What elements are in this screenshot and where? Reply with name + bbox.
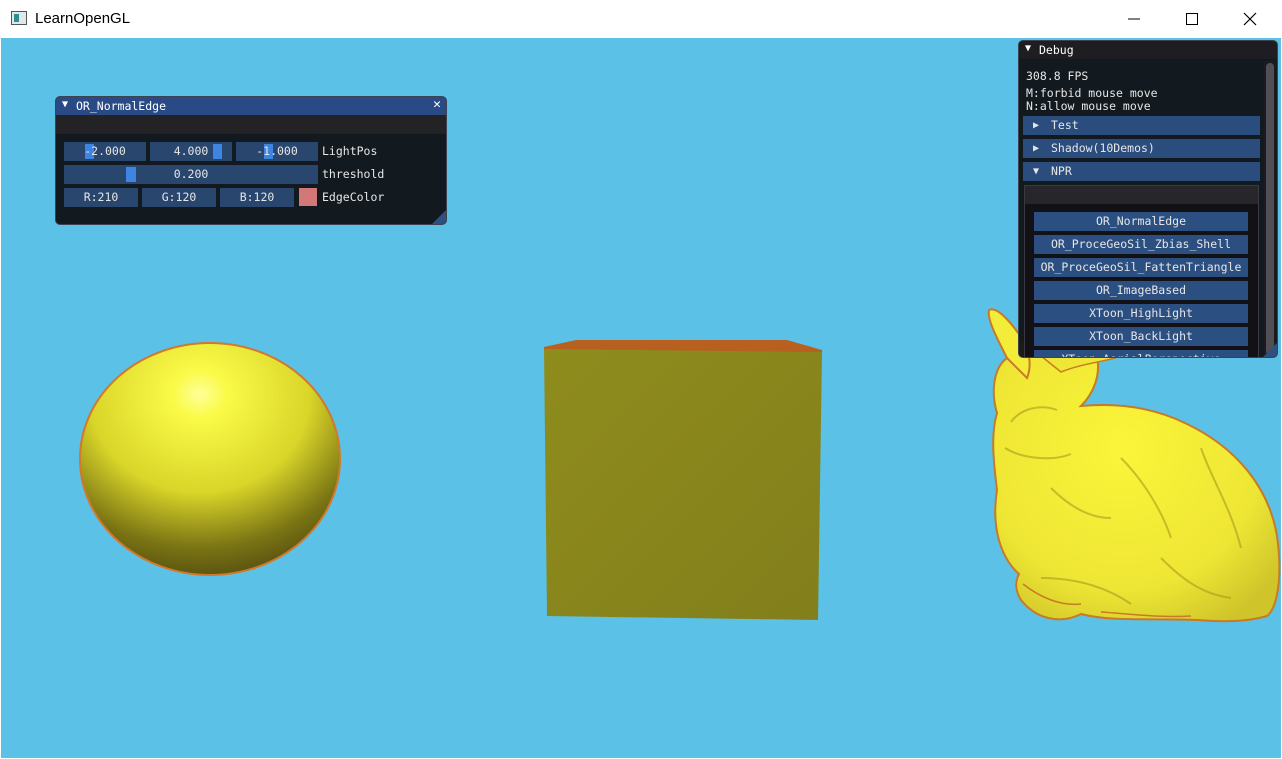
close-button[interactable]	[1221, 0, 1279, 38]
resize-grip[interactable]	[432, 210, 446, 224]
npr-button-xtoon-backlight[interactable]: XToon_BackLight	[1034, 327, 1248, 346]
collapse-arrow-icon[interactable]: ▼	[62, 99, 68, 110]
render-viewport[interactable]: ▼ OR_NormalEdge ✕ -2.000 4.000 -1.000 Li…	[1, 38, 1281, 758]
npr-button-xtoon-aerialperspective[interactable]: XToon_AerialPerspective	[1034, 350, 1248, 357]
panel-title: OR_NormalEdge	[76, 99, 167, 113]
threshold-label: threshold	[322, 167, 385, 181]
section-header-test[interactable]: ▶ Test	[1023, 116, 1260, 135]
section-label: NPR	[1051, 164, 1072, 178]
npr-button-or-procegeosil-zbias-shell[interactable]: OR_ProceGeoSil_Zbias_Shell	[1034, 235, 1248, 254]
lightpos-label: LightPos	[322, 144, 378, 158]
minimize-button[interactable]	[1105, 0, 1163, 38]
npr-button-or-imagebased[interactable]: OR_ImageBased	[1034, 281, 1248, 300]
lightpos-x-drag[interactable]: -2.000	[64, 142, 146, 161]
edgecolor-r-value: R:210	[83, 190, 119, 204]
cube-object	[544, 349, 822, 620]
edgecolor-b-field[interactable]: B:120	[220, 188, 294, 207]
fps-text: 308.8 FPS	[1026, 69, 1089, 83]
lightpos-z-drag[interactable]: -1.000	[236, 142, 318, 161]
threshold-value: 0.200	[173, 167, 209, 181]
threshold-slider[interactable]: 0.200	[64, 165, 318, 184]
lightpos-x-value: -2.000	[84, 144, 126, 158]
help-text-m: M:forbid mouse move	[1026, 86, 1158, 100]
window-title: LearnOpenGL	[35, 10, 131, 27]
normal-edge-panel-header[interactable]: ▼ OR_NormalEdge ✕	[56, 97, 446, 115]
edgecolor-b-value: B:120	[239, 190, 275, 204]
panel-menubar	[56, 115, 446, 134]
normal-edge-panel[interactable]: ▼ OR_NormalEdge ✕ -2.000 4.000 -1.000 Li…	[55, 96, 447, 225]
window-titlebar[interactable]: LearnOpenGL	[0, 0, 1282, 39]
lightpos-y-drag[interactable]: 4.000	[150, 142, 232, 161]
edgecolor-g-field[interactable]: G:120	[142, 188, 216, 207]
section-header-npr[interactable]: ▼ NPR	[1023, 162, 1260, 181]
collapse-arrow-icon[interactable]: ▼	[1025, 43, 1031, 54]
maximize-icon	[1186, 13, 1198, 25]
minimize-icon	[1128, 18, 1140, 20]
lightpos-z-value: -1.000	[256, 144, 298, 158]
close-icon	[1243, 12, 1257, 26]
edgecolor-g-value: G:120	[161, 190, 197, 204]
section-label: Test	[1051, 118, 1079, 132]
debug-panel[interactable]: ▼ Debug 308.8 FPS M:forbid mouse move N:…	[1018, 40, 1278, 358]
npr-demo-list[interactable]: OR_NormalEdge OR_ProceGeoSil_Zbias_Shell…	[1024, 185, 1259, 357]
expand-arrow-icon: ▶	[1033, 143, 1040, 154]
child-menubar	[1025, 186, 1258, 204]
expand-arrow-icon: ▶	[1033, 120, 1040, 131]
edgecolor-swatch[interactable]	[299, 188, 317, 206]
slider-grab[interactable]	[126, 167, 136, 182]
sphere-object	[79, 342, 341, 576]
npr-button-or-normaledge[interactable]: OR_NormalEdge	[1034, 212, 1248, 231]
debug-panel-header[interactable]: ▼ Debug	[1019, 41, 1277, 59]
npr-button-xtoon-highlight[interactable]: XToon_HighLight	[1034, 304, 1248, 323]
slider-grab[interactable]	[213, 144, 222, 159]
edgecolor-r-field[interactable]: R:210	[64, 188, 138, 207]
resize-grip[interactable]	[1263, 343, 1277, 357]
npr-button-or-procegeosil-fattentriangle[interactable]: OR_ProceGeoSil_FattenTriangle	[1034, 258, 1248, 277]
maximize-button[interactable]	[1163, 0, 1221, 38]
panel-title: Debug	[1039, 43, 1074, 57]
app-icon	[11, 11, 27, 25]
section-header-shadow[interactable]: ▶ Shadow(10Demos)	[1023, 139, 1260, 158]
lightpos-y-value: 4.000	[173, 144, 209, 158]
close-icon[interactable]: ✕	[433, 97, 441, 112]
scrollbar-thumb[interactable]	[1266, 63, 1274, 355]
help-text-n: N:allow mouse move	[1026, 99, 1151, 113]
collapse-arrow-icon: ▼	[1033, 166, 1040, 177]
section-label: Shadow(10Demos)	[1051, 141, 1155, 155]
edgecolor-label: EdgeColor	[322, 190, 385, 204]
